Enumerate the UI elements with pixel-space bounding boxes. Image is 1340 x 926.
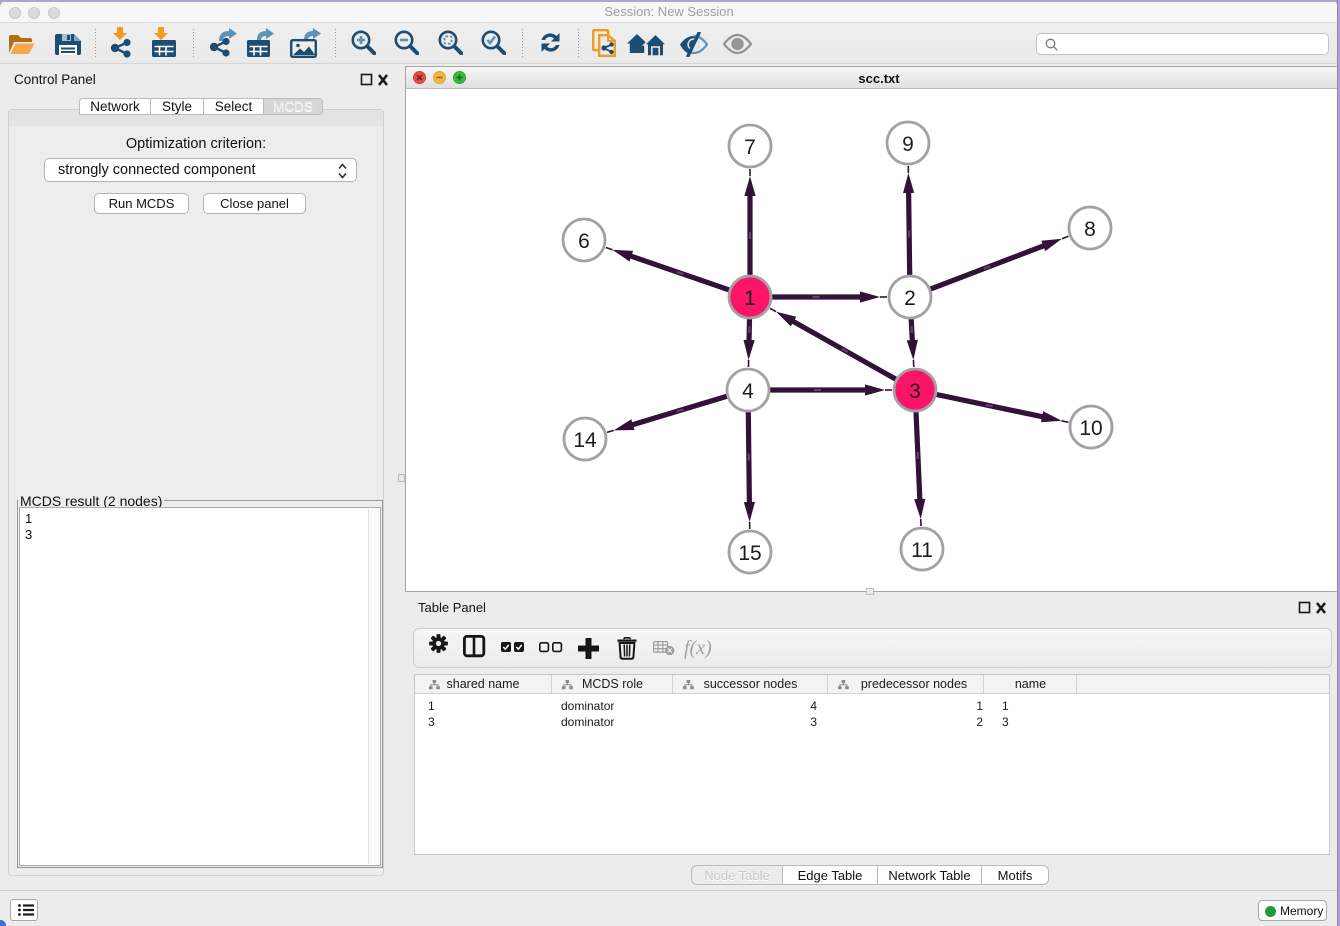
- svg-text:15: 15: [738, 542, 761, 565]
- svg-text:3: 3: [909, 380, 921, 403]
- svg-text:2: 2: [904, 287, 916, 310]
- svg-text:9: 9: [902, 133, 914, 156]
- svg-text:11: 11: [911, 539, 933, 562]
- svg-text:4: 4: [742, 380, 754, 403]
- svg-text:14: 14: [573, 429, 597, 452]
- svg-text:1: 1: [744, 287, 756, 310]
- svg-text:6: 6: [578, 230, 590, 253]
- svg-text:8: 8: [1084, 218, 1096, 241]
- svg-text:10: 10: [1079, 417, 1102, 440]
- svg-text:7: 7: [744, 136, 756, 159]
